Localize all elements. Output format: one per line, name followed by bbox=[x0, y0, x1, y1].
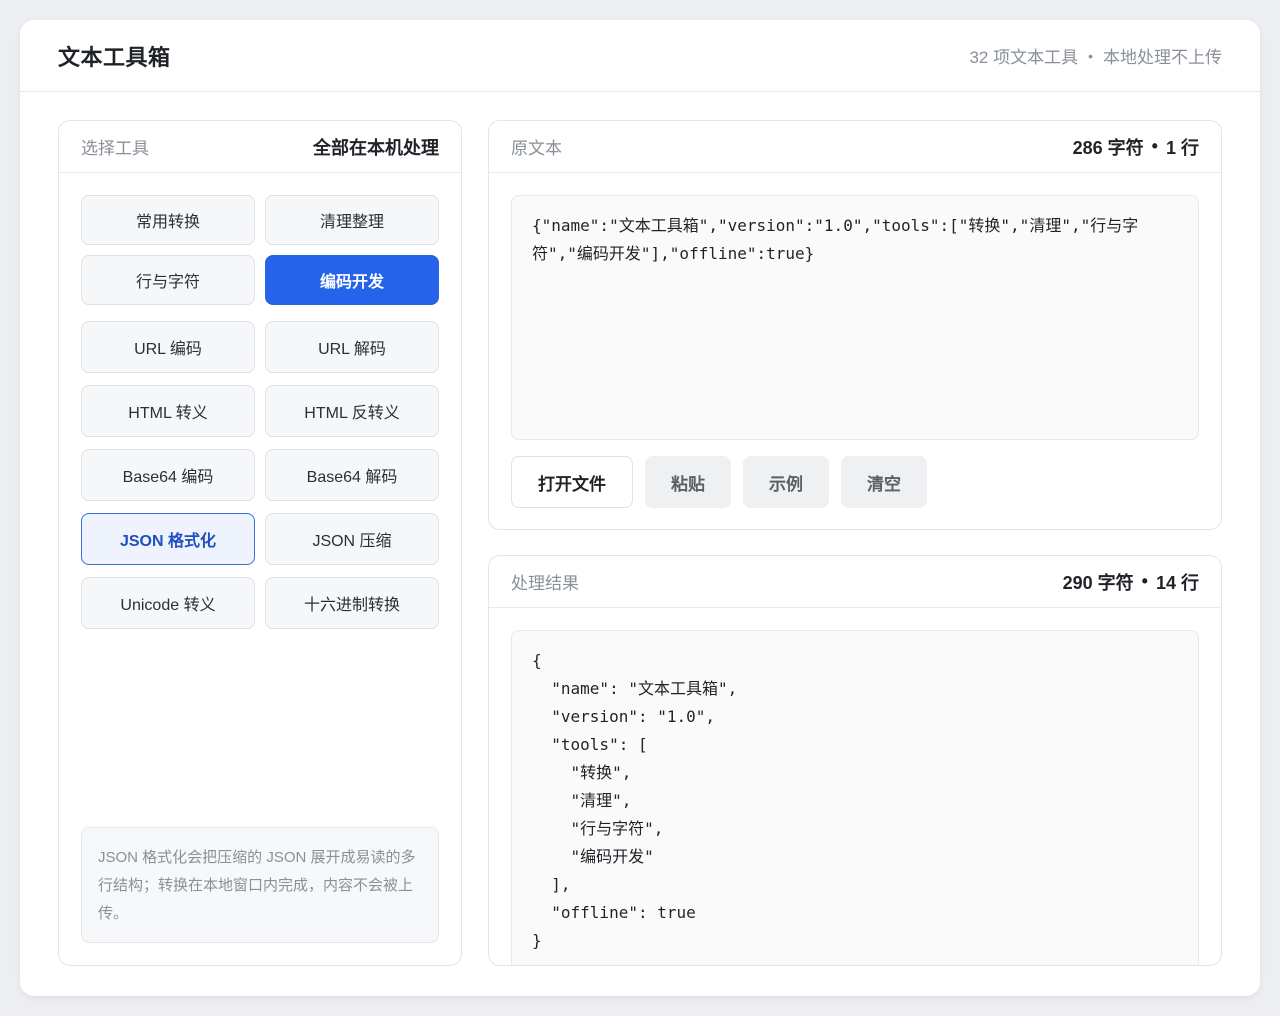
tool-base64-encode[interactable]: Base64 编码 bbox=[81, 449, 255, 501]
source-header: 原文本 286 字符 • 1 行 bbox=[489, 121, 1221, 173]
tool-json-minify[interactable]: JSON 压缩 bbox=[265, 513, 439, 565]
local-processing-note: 全部在本机处理 bbox=[313, 137, 439, 158]
separator-dot: • bbox=[1141, 571, 1148, 591]
result-stats: 290 字符 • 14 行 bbox=[1063, 569, 1199, 595]
tool-hex-convert[interactable]: 十六进制转换 bbox=[265, 577, 439, 629]
tool-html-unescape[interactable]: HTML 反转义 bbox=[265, 385, 439, 437]
category-encoding-dev[interactable]: 编码开发 bbox=[265, 255, 439, 305]
tool-selector-panel: 选择工具 全部在本机处理 常用转换 清理整理 行与字符 编码开发 URL 编码 … bbox=[58, 120, 462, 966]
tool-help-text: JSON 格式化会把压缩的 JSON 展开成易读的多行结构；转换在本地窗口内完成… bbox=[81, 827, 439, 943]
tool-url-encode[interactable]: URL 编码 bbox=[81, 321, 255, 373]
source-char-count: 286 字符 bbox=[1072, 137, 1144, 158]
header-meta: 32 项文本工具 • 本地处理不上传 bbox=[969, 43, 1222, 68]
tool-base64-decode[interactable]: Base64 解码 bbox=[265, 449, 439, 501]
tool-json-format[interactable]: JSON 格式化 bbox=[81, 513, 255, 565]
result-header: 处理结果 290 字符 • 14 行 bbox=[489, 556, 1221, 608]
result-panel: 处理结果 290 字符 • 14 行 { "name": "文本工具箱", "v… bbox=[488, 555, 1222, 966]
category-cleanup[interactable]: 清理整理 bbox=[265, 195, 439, 245]
category-common[interactable]: 常用转换 bbox=[81, 195, 255, 245]
open-file-button[interactable]: 打开文件 bbox=[511, 456, 633, 508]
separator-dot: • bbox=[1151, 136, 1158, 156]
separator-dot: • bbox=[1088, 47, 1093, 64]
tool-unicode-escape[interactable]: Unicode 转义 bbox=[81, 577, 255, 629]
tool-selector-header: 选择工具 全部在本机处理 bbox=[59, 121, 461, 173]
tool-html-escape[interactable]: HTML 转义 bbox=[81, 385, 255, 437]
source-actions: 打开文件 粘贴 示例 清空 bbox=[511, 456, 927, 508]
category-lines-chars[interactable]: 行与字符 bbox=[81, 255, 255, 305]
tool-url-decode[interactable]: URL 解码 bbox=[265, 321, 439, 373]
result-output[interactable]: { "name": "文本工具箱", "version": "1.0", "to… bbox=[511, 630, 1199, 965]
clear-button[interactable]: 清空 bbox=[841, 456, 927, 508]
tool-grid: 常用转换 清理整理 行与字符 编码开发 URL 编码 URL 解码 HTML 转… bbox=[81, 195, 439, 641]
source-textarea[interactable]: {"name":"文本工具箱","version":"1.0","tools":… bbox=[511, 195, 1199, 440]
result-label: 处理结果 bbox=[511, 574, 579, 593]
source-stats: 286 字符 • 1 行 bbox=[1073, 134, 1199, 160]
result-char-count: 290 字符 bbox=[1062, 572, 1134, 593]
source-label: 原文本 bbox=[511, 139, 562, 158]
source-line-count: 1 行 bbox=[1165, 137, 1199, 158]
privacy-note: 本地处理不上传 bbox=[1103, 48, 1222, 67]
app-title: 文本工具箱 bbox=[58, 44, 171, 70]
result-line-count: 14 行 bbox=[1155, 572, 1199, 593]
app-header: 文本工具箱 32 项文本工具 • 本地处理不上传 bbox=[20, 20, 1260, 92]
example-button[interactable]: 示例 bbox=[743, 456, 829, 508]
app-window: 文本工具箱 32 项文本工具 • 本地处理不上传 选择工具 全部在本机处理 常用… bbox=[20, 20, 1260, 996]
source-panel: 原文本 286 字符 • 1 行 {"name":"文本工具箱","versio… bbox=[488, 120, 1222, 530]
tool-count: 32 项文本工具 bbox=[969, 48, 1079, 67]
tool-selector-label: 选择工具 bbox=[81, 139, 149, 158]
paste-button[interactable]: 粘贴 bbox=[645, 456, 731, 508]
